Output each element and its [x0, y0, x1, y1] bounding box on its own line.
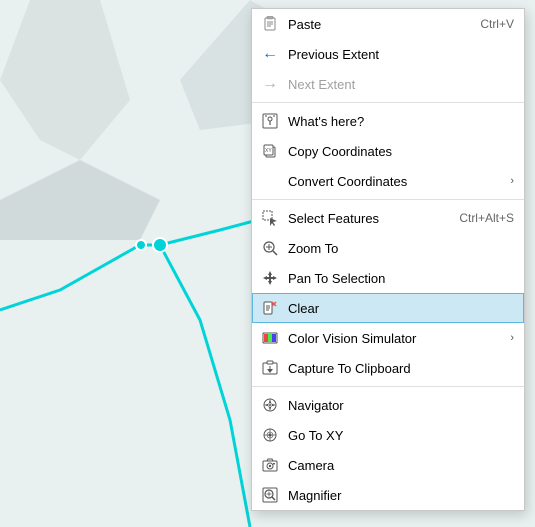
context-menu: Paste Ctrl+V ← Previous Extent → Next Ex… — [251, 8, 525, 511]
pan-to-selection-icon — [260, 268, 280, 288]
menu-item-magnifier[interactable]: Magnifier — [252, 480, 524, 510]
clear-label: Clear — [288, 301, 514, 316]
back-arrow-icon: ← — [260, 44, 280, 64]
separator-2 — [252, 199, 524, 200]
whats-here-icon — [260, 111, 280, 131]
svg-text:XY: XY — [265, 148, 272, 154]
forward-arrow-icon: → — [260, 74, 280, 94]
menu-item-pan-to-selection[interactable]: Pan To Selection — [252, 263, 524, 293]
camera-icon — [260, 455, 280, 475]
color-vision-icon — [260, 328, 280, 348]
convert-coordinates-label: Convert Coordinates — [288, 174, 510, 189]
menu-item-previous-extent[interactable]: ← Previous Extent — [252, 39, 524, 69]
color-vision-arrow-icon: › — [510, 332, 514, 344]
menu-item-convert-coordinates[interactable]: Convert Coordinates › — [252, 166, 524, 196]
convert-coords-arrow-icon: › — [510, 175, 514, 187]
capture-clipboard-icon — [260, 358, 280, 378]
magnifier-icon — [260, 485, 280, 505]
magnifier-label: Magnifier — [288, 488, 514, 503]
navigator-label: Navigator — [288, 398, 514, 413]
capture-clipboard-label: Capture To Clipboard — [288, 361, 514, 376]
select-features-shortcut: Ctrl+Alt+S — [459, 211, 514, 225]
menu-item-select-features[interactable]: Select Features Ctrl+Alt+S — [252, 203, 524, 233]
select-features-icon — [260, 208, 280, 228]
whats-here-label: What's here? — [288, 114, 514, 129]
separator-3 — [252, 386, 524, 387]
zoom-to-label: Zoom To — [288, 241, 514, 256]
menu-item-color-vision[interactable]: Color Vision Simulator › — [252, 323, 524, 353]
menu-item-zoom-to[interactable]: Zoom To — [252, 233, 524, 263]
go-to-xy-icon — [260, 425, 280, 445]
camera-label: Camera — [288, 458, 514, 473]
convert-coords-icon — [260, 171, 280, 191]
menu-item-go-to-xy[interactable]: Go To XY — [252, 420, 524, 450]
paste-label: Paste — [288, 17, 460, 32]
menu-item-capture-clipboard[interactable]: Capture To Clipboard — [252, 353, 524, 383]
clear-icon — [260, 298, 280, 318]
menu-item-next-extent[interactable]: → Next Extent — [252, 69, 524, 99]
menu-item-camera[interactable]: Camera — [252, 450, 524, 480]
pan-to-selection-label: Pan To Selection — [288, 271, 514, 286]
menu-item-whats-here[interactable]: What's here? — [252, 106, 524, 136]
select-features-label: Select Features — [288, 211, 439, 226]
go-to-xy-label: Go To XY — [288, 428, 514, 443]
zoom-to-icon — [260, 238, 280, 258]
paste-icon — [260, 14, 280, 34]
previous-extent-label: Previous Extent — [288, 47, 514, 62]
separator-1 — [252, 102, 524, 103]
menu-item-paste[interactable]: Paste Ctrl+V — [252, 9, 524, 39]
navigator-icon — [260, 395, 280, 415]
menu-item-copy-coordinates[interactable]: XY Copy Coordinates — [252, 136, 524, 166]
color-vision-label: Color Vision Simulator — [288, 331, 510, 346]
next-extent-label: Next Extent — [288, 77, 514, 92]
copy-coords-icon: XY — [260, 141, 280, 161]
menu-item-clear[interactable]: Clear — [252, 293, 524, 323]
menu-item-navigator[interactable]: Navigator — [252, 390, 524, 420]
paste-shortcut: Ctrl+V — [480, 17, 514, 31]
copy-coordinates-label: Copy Coordinates — [288, 144, 514, 159]
